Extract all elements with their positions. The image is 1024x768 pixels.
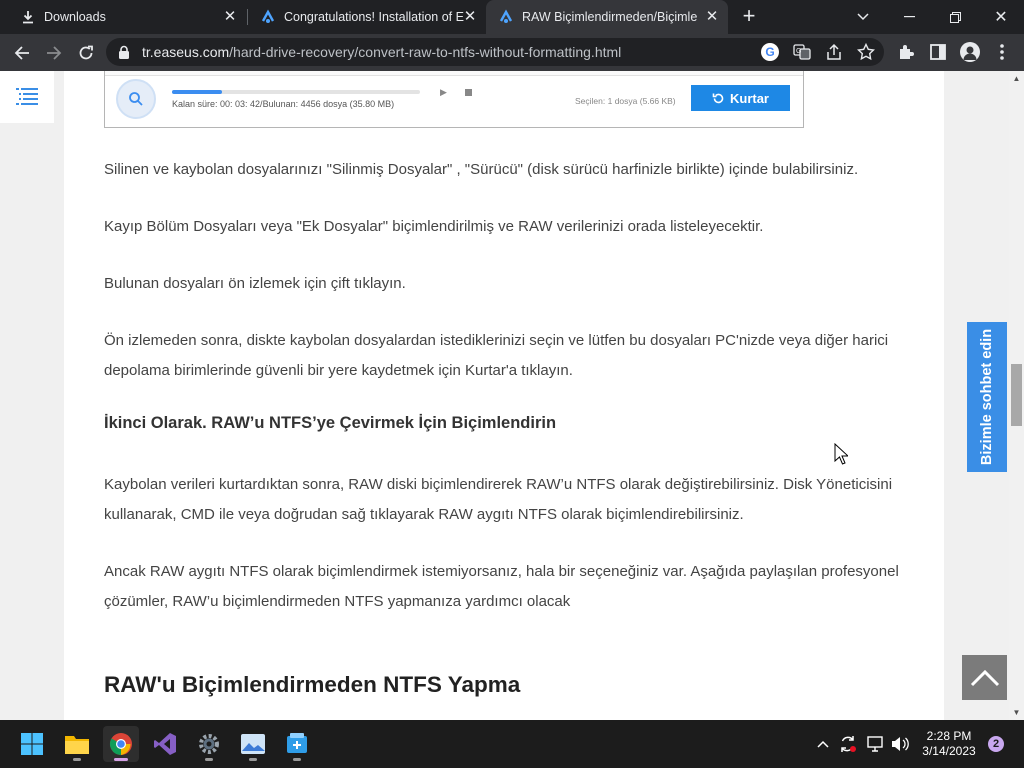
- forward-button[interactable]: [40, 39, 68, 67]
- chat-tab-label: Bizimle sohbet edin: [979, 328, 996, 466]
- paragraph: Kayıp Bölüm Dosyaları veya "Ek Dosyalar"…: [104, 218, 764, 235]
- stop-icon: [465, 89, 472, 96]
- close-window-button[interactable]: ✕: [978, 0, 1024, 34]
- recover-label: Kurtar: [729, 90, 769, 106]
- paragraph: Silinen ve kaybolan dosyalarınızı "Silin…: [104, 161, 859, 178]
- close-tab-icon[interactable]: ✕: [704, 9, 720, 25]
- article-heading: RAW'u Biçimlendirmeden NTFS Yapma: [104, 672, 521, 697]
- recover-button-image: Kurtar: [691, 85, 790, 111]
- chat-with-us-tab[interactable]: Bizimle sohbet edin: [967, 322, 1007, 472]
- easeus-icon: [260, 9, 276, 25]
- page-scrollbar[interactable]: ▲ ▼: [1009, 71, 1024, 720]
- translate-icon[interactable]: G: [793, 43, 811, 61]
- clock-time: 2:28 PM: [926, 729, 972, 743]
- taskbar-settings[interactable]: [191, 726, 227, 762]
- tab-easeus-installation[interactable]: Congratulations! Installation of Ea ✕: [248, 0, 486, 34]
- tab-downloads[interactable]: Downloads ✕: [0, 0, 246, 34]
- play-icon: ▶: [440, 87, 447, 97]
- tab-title: Congratulations! Installation of Ea: [284, 10, 464, 24]
- scan-progress-bar: [172, 90, 420, 94]
- running-indicator: [293, 758, 301, 761]
- tab-search-button[interactable]: [840, 0, 886, 34]
- scroll-down-arrow[interactable]: ▼: [1009, 705, 1024, 720]
- tab-strip: Downloads ✕ Congratulations! Installatio…: [0, 0, 1024, 34]
- paragraph: Ancak RAW aygıtı NTFS olarak biçimlendir…: [104, 563, 899, 610]
- screenshot-file-row: [105, 71, 803, 76]
- article-content: Kalan süre: 00: 03: 42/Bulunan: 4456 dos…: [64, 71, 944, 720]
- mouse-cursor-icon: [834, 443, 848, 465]
- bookmark-star-icon[interactable]: [856, 42, 876, 61]
- folder-icon: [65, 736, 89, 754]
- network-icon[interactable]: [866, 735, 886, 753]
- url-text[interactable]: tr.easeus.com/hard-drive-recovery/conver…: [142, 44, 621, 60]
- new-tab-button[interactable]: +: [737, 5, 761, 29]
- recovery-app-screenshot: Kalan süre: 00: 03: 42/Bulunan: 4456 dos…: [104, 71, 804, 128]
- download-icon: [20, 9, 36, 25]
- url-host: tr.easeus.com: [142, 44, 230, 60]
- url-path: /hard-drive-recovery/convert-raw-to-ntfs…: [229, 44, 622, 60]
- extensions-icon[interactable]: [897, 43, 915, 61]
- scrollbar-thumb[interactable]: [1011, 364, 1022, 426]
- back-to-top-button[interactable]: [962, 655, 1007, 700]
- clock-date: 3/14/2023: [922, 744, 976, 758]
- svg-text:G: G: [796, 48, 801, 55]
- taskbar-clock[interactable]: 2:28 PM 3/14/2023: [914, 729, 984, 759]
- list-icon: [16, 88, 38, 105]
- taskbar-chrome[interactable]: [103, 726, 139, 762]
- chevron-up-icon: [970, 669, 999, 686]
- gear-icon: [199, 734, 219, 754]
- menu-kebab-icon[interactable]: [996, 43, 1008, 61]
- minimize-button[interactable]: [886, 0, 932, 34]
- paragraph: Bulunan dosyaları ön izlemek için çift t…: [104, 275, 406, 292]
- photos-icon: [241, 734, 265, 754]
- side-panel-icon[interactable]: [929, 43, 947, 61]
- paragraph: Kaybolan verileri kurtardıktan sonra, RA…: [104, 476, 893, 523]
- active-indicator: [114, 758, 128, 761]
- taskbar-easeus-app[interactable]: [279, 726, 315, 762]
- google-icon[interactable]: G: [761, 43, 779, 61]
- windows-icon: [21, 733, 43, 755]
- page-viewport: Kalan süre: 00: 03: 42/Bulunan: 4456 dos…: [0, 71, 1024, 720]
- share-icon[interactable]: [825, 43, 843, 61]
- profile-icon[interactable]: [960, 42, 980, 62]
- paragraph: Ön izlemeden sonra, diskte kaybolan dosy…: [104, 332, 889, 379]
- easeus-app-icon: [287, 733, 307, 753]
- recover-icon: [712, 93, 724, 103]
- close-tab-icon[interactable]: ✕: [462, 9, 478, 25]
- lock-icon[interactable]: [118, 45, 130, 59]
- reload-button[interactable]: [72, 39, 100, 67]
- back-button[interactable]: [8, 39, 36, 67]
- volume-icon[interactable]: [890, 735, 910, 753]
- easeus-icon: [498, 9, 514, 25]
- tab-title: RAW Biçimlendirmeden/Biçimlen: [522, 10, 698, 24]
- show-hidden-icons-chevron[interactable]: [816, 737, 830, 751]
- notification-badge[interactable]: 2: [988, 736, 1004, 752]
- close-tab-icon[interactable]: ✕: [222, 9, 238, 25]
- selected-files-text: Seçilen: 1 dosya (5.66 KB): [575, 96, 676, 106]
- scan-search-icon: [116, 79, 156, 119]
- running-indicator: [249, 758, 257, 761]
- scan-progress-fill: [172, 90, 222, 94]
- sync-icon[interactable]: [838, 734, 858, 754]
- start-button[interactable]: [14, 726, 50, 762]
- section-heading: İkinci Olarak. RAW’u NTFS’ye Çevirmek İç…: [104, 414, 557, 432]
- running-indicator: [205, 758, 213, 761]
- taskbar-visual-studio[interactable]: [147, 726, 183, 762]
- tab-title: Downloads: [44, 10, 106, 24]
- scan-status-text: Kalan süre: 00: 03: 42/Bulunan: 4456 dos…: [172, 99, 395, 109]
- windows-taskbar: 2:28 PM 3/14/2023: [0, 720, 1024, 768]
- visual-studio-icon: [154, 733, 176, 755]
- taskbar-photos[interactable]: [235, 726, 271, 762]
- tab-raw-bicimlendirmeden[interactable]: RAW Biçimlendirmeden/Biçimlen ✕: [486, 0, 728, 34]
- taskbar-file-explorer[interactable]: [59, 726, 95, 762]
- chrome-icon: [110, 733, 132, 755]
- table-of-contents-button[interactable]: [0, 71, 54, 123]
- running-indicator: [73, 758, 81, 761]
- scroll-up-arrow[interactable]: ▲: [1009, 71, 1024, 86]
- restore-button[interactable]: [932, 0, 978, 34]
